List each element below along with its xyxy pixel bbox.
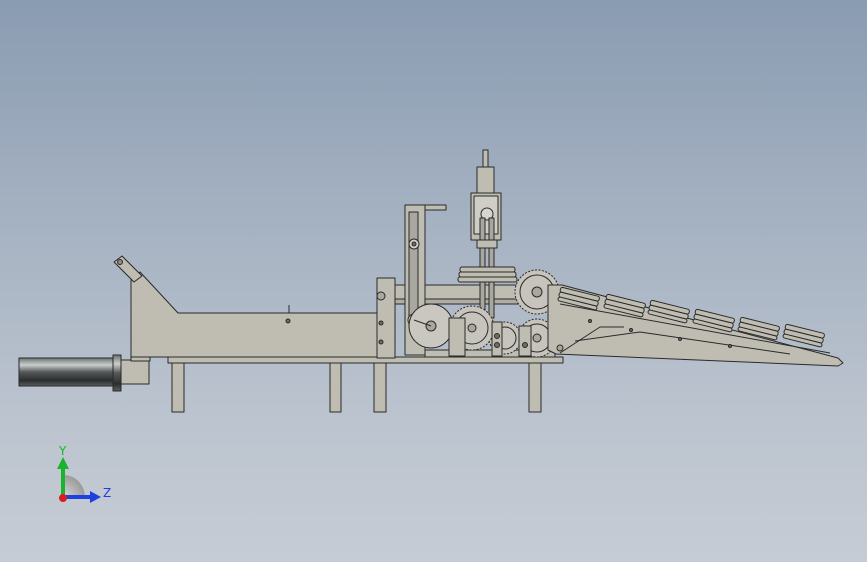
z-axis-label: Z xyxy=(103,486,111,500)
y-axis-arrowhead xyxy=(57,457,69,469)
gear-train xyxy=(449,269,560,358)
triad-origin xyxy=(59,494,67,502)
orientation-triad: Y Z xyxy=(57,444,111,503)
large-pulley xyxy=(408,303,454,349)
base-beam xyxy=(167,356,564,364)
machine-drawing: Y Z xyxy=(18,149,844,503)
hopper-frame xyxy=(113,255,379,358)
z-axis-arrowhead xyxy=(90,491,101,503)
triad-quadrant xyxy=(63,475,85,497)
inlet-tube xyxy=(18,342,151,392)
cad-viewport[interactable]: Y Z xyxy=(0,0,867,562)
y-axis-label: Y xyxy=(58,444,67,458)
support-legs xyxy=(171,362,542,413)
ring-stack xyxy=(457,266,518,283)
